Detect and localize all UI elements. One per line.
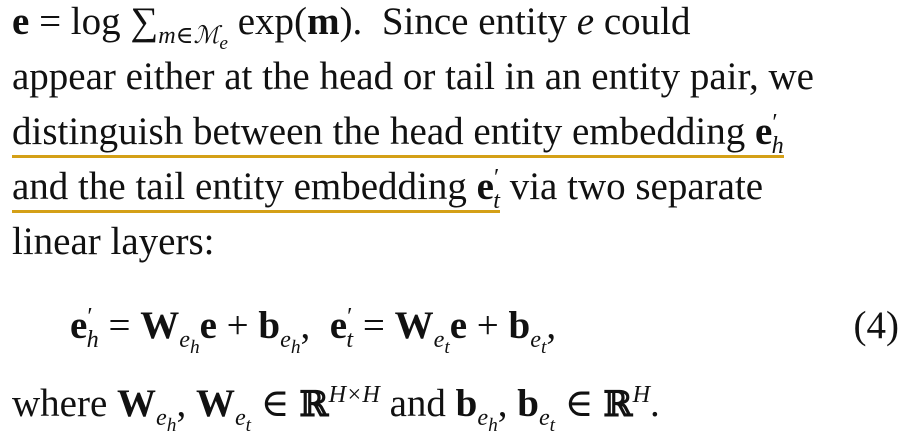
paragraph-line-5: linear layers: (12, 220, 215, 263)
text: where (12, 382, 108, 425)
paragraph-line-2: appear either at the head or tail in an … (12, 55, 814, 98)
superscript: H (632, 381, 651, 408)
math-e: e (576, 0, 595, 43)
symbol: ∈ (260, 382, 290, 425)
highlight-underline: distinguish between the head entity embe… (12, 109, 784, 159)
equation-number: (4) (853, 304, 899, 347)
equation-body: e′h = Wehe + beh, e′t = Wete + bet, (70, 303, 557, 358)
paragraph-line-1: e = log ∑m∈ℳe exp(m). Since entity e cou… (12, 0, 691, 54)
reals-symbol: ℝ (299, 384, 329, 425)
text: Since entity (381, 0, 568, 43)
paragraph-line-3: distinguish between the head entity embe… (12, 110, 784, 158)
text: distinguish between the head entity embe… (12, 110, 746, 153)
highlight-underline: and the tail entity embedding e′t (12, 164, 500, 214)
text: . (650, 382, 660, 425)
paragraph-last-line: where Weh, Wet ∈ ℝH×H and beh, bet ∈ ℝH. (12, 381, 660, 436)
text: and the tail entity embedding (12, 165, 467, 208)
text: via two separate (509, 165, 764, 208)
paragraph-line-4: and the tail entity embedding e′t via tw… (12, 165, 764, 213)
superscript: H×H (328, 381, 380, 408)
text: could (603, 0, 691, 43)
text: and (389, 382, 446, 425)
